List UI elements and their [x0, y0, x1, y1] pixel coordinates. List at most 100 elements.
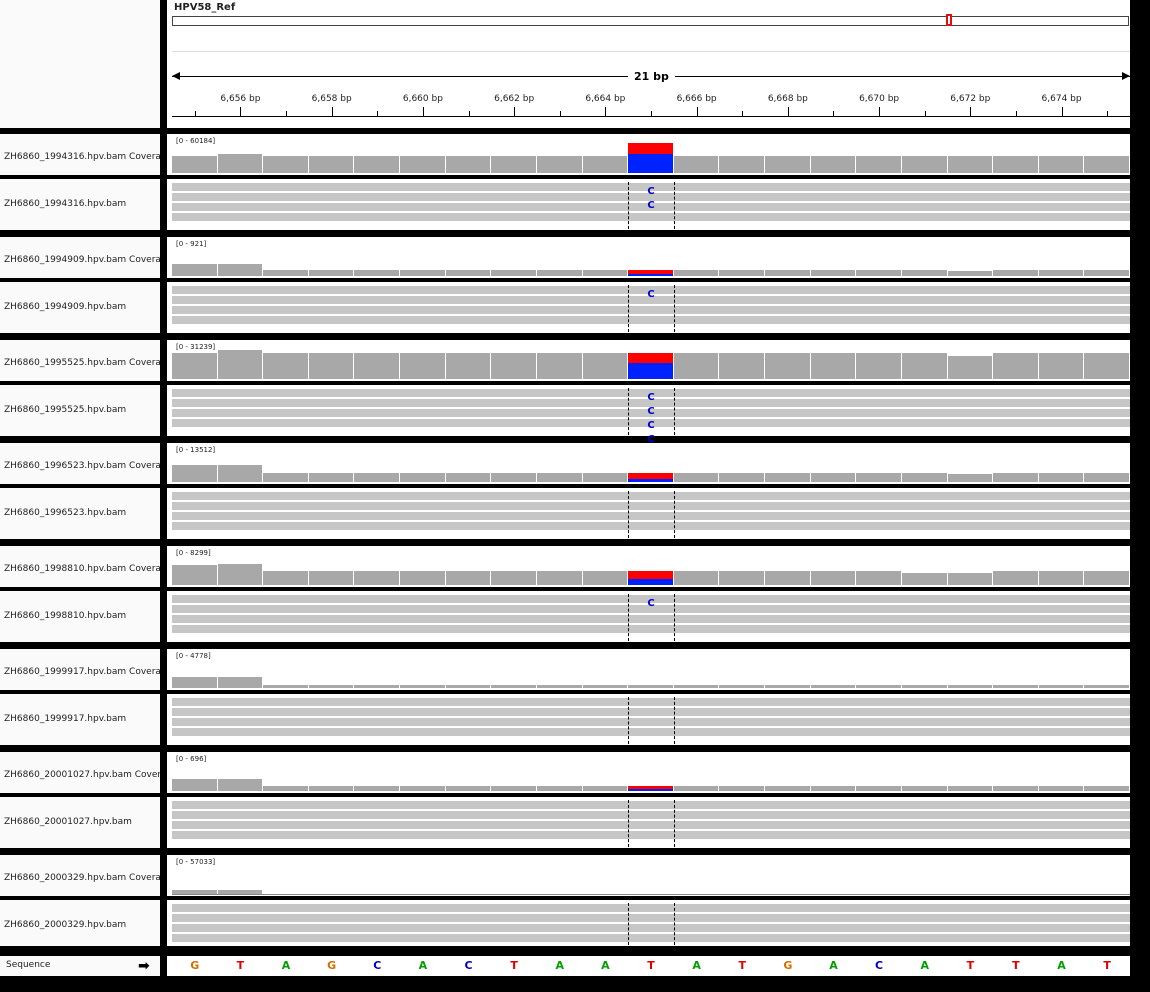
coverage-bar[interactable]: [810, 473, 856, 482]
coverage-track[interactable]: [167, 855, 1130, 896]
coverage-bar[interactable]: [582, 685, 628, 688]
coverage-bar[interactable]: [719, 156, 765, 173]
read-row[interactable]: [172, 811, 1130, 819]
coverage-bar[interactable]: [901, 473, 947, 482]
coverage-bar[interactable]: [217, 779, 263, 791]
coverage-bar[interactable]: [719, 270, 765, 276]
coverage-bar[interactable]: [993, 270, 1038, 276]
coverage-bar[interactable]: [765, 156, 810, 173]
coverage-bar[interactable]: [947, 685, 993, 688]
coverage-mismatch-T[interactable]: [628, 571, 673, 579]
coverage-bar[interactable]: [810, 571, 856, 585]
coverage-bar[interactable]: [856, 685, 901, 688]
coverage-bar[interactable]: [491, 270, 536, 276]
coverage-bar[interactable]: [536, 685, 582, 688]
coverage-bar[interactable]: [810, 270, 856, 276]
coverage-bar[interactable]: [308, 270, 354, 276]
coverage-bar[interactable]: [947, 474, 993, 482]
coverage-bar[interactable]: [1084, 353, 1129, 379]
read-row[interactable]: [172, 821, 1130, 829]
coverage-bar[interactable]: [400, 685, 445, 688]
coverage-bar[interactable]: [263, 353, 308, 379]
coverage-bar[interactable]: [993, 786, 1038, 791]
coverage-bar[interactable]: [263, 156, 308, 173]
coverage-bar[interactable]: [810, 685, 856, 688]
coverage-bar[interactable]: [217, 350, 263, 379]
coverage-bar[interactable]: [491, 473, 536, 482]
alignment-track-label[interactable]: ZH6860_1994909.hpv.bam: [4, 302, 160, 312]
coverage-bar[interactable]: [536, 270, 582, 276]
coverage-mismatch-C[interactable]: [628, 363, 673, 379]
coverage-bar[interactable]: [536, 786, 582, 791]
coverage-bar[interactable]: [1038, 353, 1084, 379]
coverage-bar[interactable]: [947, 356, 993, 379]
coverage-mismatch-C[interactable]: [628, 154, 673, 173]
chromosome-name[interactable]: HPV58_Ref: [174, 2, 235, 13]
coverage-bar[interactable]: [491, 571, 536, 585]
read-row[interactable]: [172, 718, 1130, 726]
coverage-mismatch-C[interactable]: [628, 479, 673, 482]
read-row[interactable]: [172, 801, 1130, 809]
coverage-bar[interactable]: [1038, 270, 1084, 276]
coverage-bar[interactable]: [491, 156, 536, 173]
coverage-bar[interactable]: [765, 571, 810, 585]
coverage-bar[interactable]: [1084, 685, 1129, 688]
coverage-bar[interactable]: [810, 786, 856, 791]
sequence-track-label[interactable]: Sequence: [6, 960, 50, 970]
coverage-bar[interactable]: [308, 786, 354, 791]
coverage-bar[interactable]: [810, 353, 856, 379]
coverage-track-label[interactable]: ZH6860_1996523.hpv.bam Coverage: [4, 461, 160, 471]
coverage-bar[interactable]: [901, 353, 947, 379]
coverage-bar[interactable]: [719, 786, 765, 791]
coverage-bar[interactable]: [445, 156, 491, 173]
coverage-bar[interactable]: [217, 564, 263, 585]
coverage-bar[interactable]: [719, 571, 765, 585]
coverage-bar[interactable]: [1084, 571, 1129, 585]
coverage-bar[interactable]: [947, 573, 993, 585]
read-row[interactable]: [172, 522, 1130, 530]
coverage-bar[interactable]: [1084, 473, 1129, 482]
read-row[interactable]: [172, 502, 1130, 510]
coverage-bar[interactable]: [536, 571, 582, 585]
read-row[interactable]: [172, 615, 1130, 623]
coverage-bar[interactable]: [582, 786, 628, 791]
coverage-bar[interactable]: [1084, 270, 1129, 276]
coverage-bar[interactable]: [354, 571, 400, 585]
coverage-bar[interactable]: [400, 156, 445, 173]
coverage-bar[interactable]: [354, 353, 400, 379]
coverage-mismatch-T[interactable]: [628, 353, 673, 363]
coverage-bar[interactable]: [765, 786, 810, 791]
coverage-bar[interactable]: [901, 270, 947, 276]
coverage-bar[interactable]: [172, 465, 217, 482]
coverage-bar[interactable]: [673, 353, 719, 379]
coverage-bar[interactable]: [400, 473, 445, 482]
current-region-marker[interactable]: [946, 14, 952, 26]
coverage-bar[interactable]: [993, 685, 1038, 688]
coverage-bar[interactable]: [445, 685, 491, 688]
coverage-bar[interactable]: [445, 473, 491, 482]
coverage-bar[interactable]: [765, 473, 810, 482]
coverage-bar[interactable]: [993, 571, 1038, 585]
coverage-mismatch-C[interactable]: [628, 274, 673, 276]
coverage-track-label[interactable]: ZH6860_1999917.hpv.bam Coverage: [4, 667, 160, 677]
alignment-track-label[interactable]: ZH6860_1998810.hpv.bam: [4, 611, 160, 621]
coverage-bar[interactable]: [582, 571, 628, 585]
coverage-bar[interactable]: [308, 473, 354, 482]
coverage-bar[interactable]: [856, 786, 901, 791]
coverage-bar[interactable]: [901, 156, 947, 173]
coverage-bar[interactable]: [673, 786, 719, 791]
coverage-bar[interactable]: [901, 685, 947, 688]
coverage-bar[interactable]: [308, 571, 354, 585]
read-row[interactable]: [172, 728, 1130, 736]
coverage-bar[interactable]: [445, 786, 491, 791]
coverage-bar[interactable]: [354, 270, 400, 276]
coverage-track-label[interactable]: ZH6860_2000329.hpv.bam Coverage: [4, 873, 160, 883]
alignment-track-label[interactable]: ZH6860_1999917.hpv.bam: [4, 714, 160, 724]
coverage-bar[interactable]: [673, 270, 719, 276]
coverage-bar[interactable]: [856, 473, 901, 482]
coverage-bar[interactable]: [172, 565, 217, 585]
chromosome-overview[interactable]: [172, 16, 1129, 26]
read-row[interactable]: [172, 316, 1130, 324]
coverage-track-label[interactable]: ZH6860_1995525.hpv.bam Coverage: [4, 358, 160, 368]
coverage-bar[interactable]: [400, 786, 445, 791]
